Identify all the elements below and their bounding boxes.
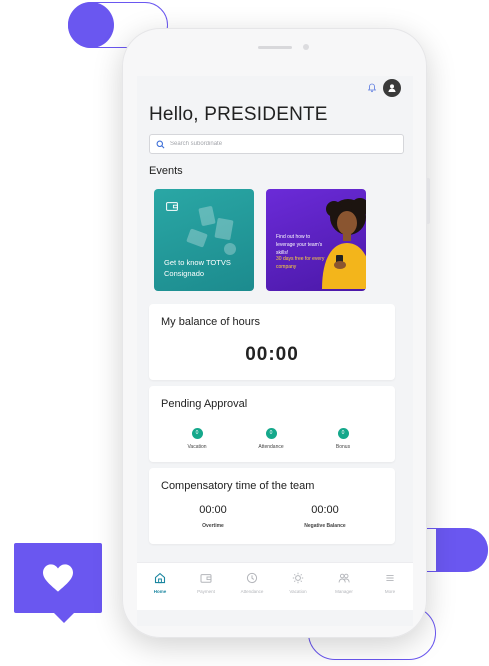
nav-label: Attendance [240, 589, 264, 594]
nav-label: Home [153, 589, 167, 594]
nav-label: More [384, 589, 396, 594]
compensatory-overtime[interactable]: 00:00 Overtime [173, 504, 253, 529]
heart-badge [14, 543, 102, 623]
pending-approval-card: Pending Approval 0 Vacation 0 Attendance… [149, 386, 395, 462]
pending-item-bonus[interactable]: 0 Bonus [313, 428, 373, 450]
search-box[interactable] [149, 134, 404, 154]
phone-mockup: Hello, PRESIDENTE Events Get to know TOT… [122, 28, 430, 638]
balance-value: 00:00 [245, 344, 299, 365]
top-bar [137, 76, 413, 102]
nav-item-more[interactable]: More [367, 572, 413, 594]
search-input[interactable] [170, 141, 390, 147]
sun-icon [292, 572, 304, 584]
home-icon [154, 572, 166, 584]
compensatory-title: Compensatory time of the team [161, 480, 315, 492]
wallet-icon [166, 202, 178, 211]
pending-label: Vacation [187, 444, 207, 450]
compensatory-negative-balance[interactable]: 00:00 Negative Balance [285, 504, 365, 529]
bottom-navigation: Home Payment Attendance Vacation Manager… [137, 562, 413, 610]
balance-card[interactable]: My balance of hours 00:00 [149, 304, 395, 380]
compensatory-label: Overtime [202, 523, 224, 529]
person-illustration [322, 198, 366, 289]
nav-item-attendance[interactable]: Attendance [229, 572, 275, 594]
event-card-consignado[interactable]: Get to know TOTVS Consignado [154, 189, 254, 291]
clock-icon [246, 572, 258, 584]
avatar[interactable] [383, 79, 401, 97]
phone-camera [303, 44, 309, 50]
pending-item-vacation[interactable]: 0 Vacation [167, 428, 227, 450]
status-badge: 0 [191, 428, 203, 439]
app-screen: Hello, PRESIDENTE Events Get to know TOT… [137, 76, 413, 626]
compensatory-value: 00:00 [311, 504, 339, 516]
nav-item-payment[interactable]: Payment [183, 572, 229, 594]
compensatory-card: Compensatory time of the team 00:00 Over… [149, 468, 395, 544]
search-icon [156, 140, 165, 148]
heart-icon [43, 564, 73, 592]
compensatory-value: 00:00 [199, 504, 227, 516]
compensatory-label: Negative Balance [304, 523, 346, 529]
pending-label: Bonus [335, 444, 351, 450]
pending-item-attendance[interactable]: 0 Attendance [241, 428, 301, 450]
phone-side-button [427, 178, 430, 224]
nav-label: Payment [197, 589, 215, 594]
nav-item-vacation[interactable]: Vacation [275, 572, 321, 594]
nav-item-manager[interactable]: Manager [321, 572, 367, 594]
team-icon [338, 573, 350, 583]
bell-icon[interactable] [367, 83, 377, 93]
events-heading: Events [149, 165, 183, 177]
phone-speaker [258, 46, 292, 49]
status-badge: 0 [337, 428, 349, 439]
balance-title: My balance of hours [161, 316, 261, 328]
nav-label: Manager [335, 589, 353, 594]
page-title: Hello, PRESIDENTE [149, 104, 328, 125]
menu-icon [386, 574, 394, 582]
event-card-text: Get to know TOTVS Consignado [164, 258, 231, 278]
wallet-icon [200, 574, 212, 583]
nav-label: Vacation [289, 589, 307, 594]
pending-label: Attendance [258, 444, 284, 450]
pending-title: Pending Approval [161, 398, 248, 410]
user-icon [388, 84, 396, 92]
nav-item-home[interactable]: Home [137, 572, 183, 594]
status-badge: 0 [265, 428, 277, 439]
event-card-skills[interactable]: Find out how to leverage your team's ski… [266, 189, 366, 291]
